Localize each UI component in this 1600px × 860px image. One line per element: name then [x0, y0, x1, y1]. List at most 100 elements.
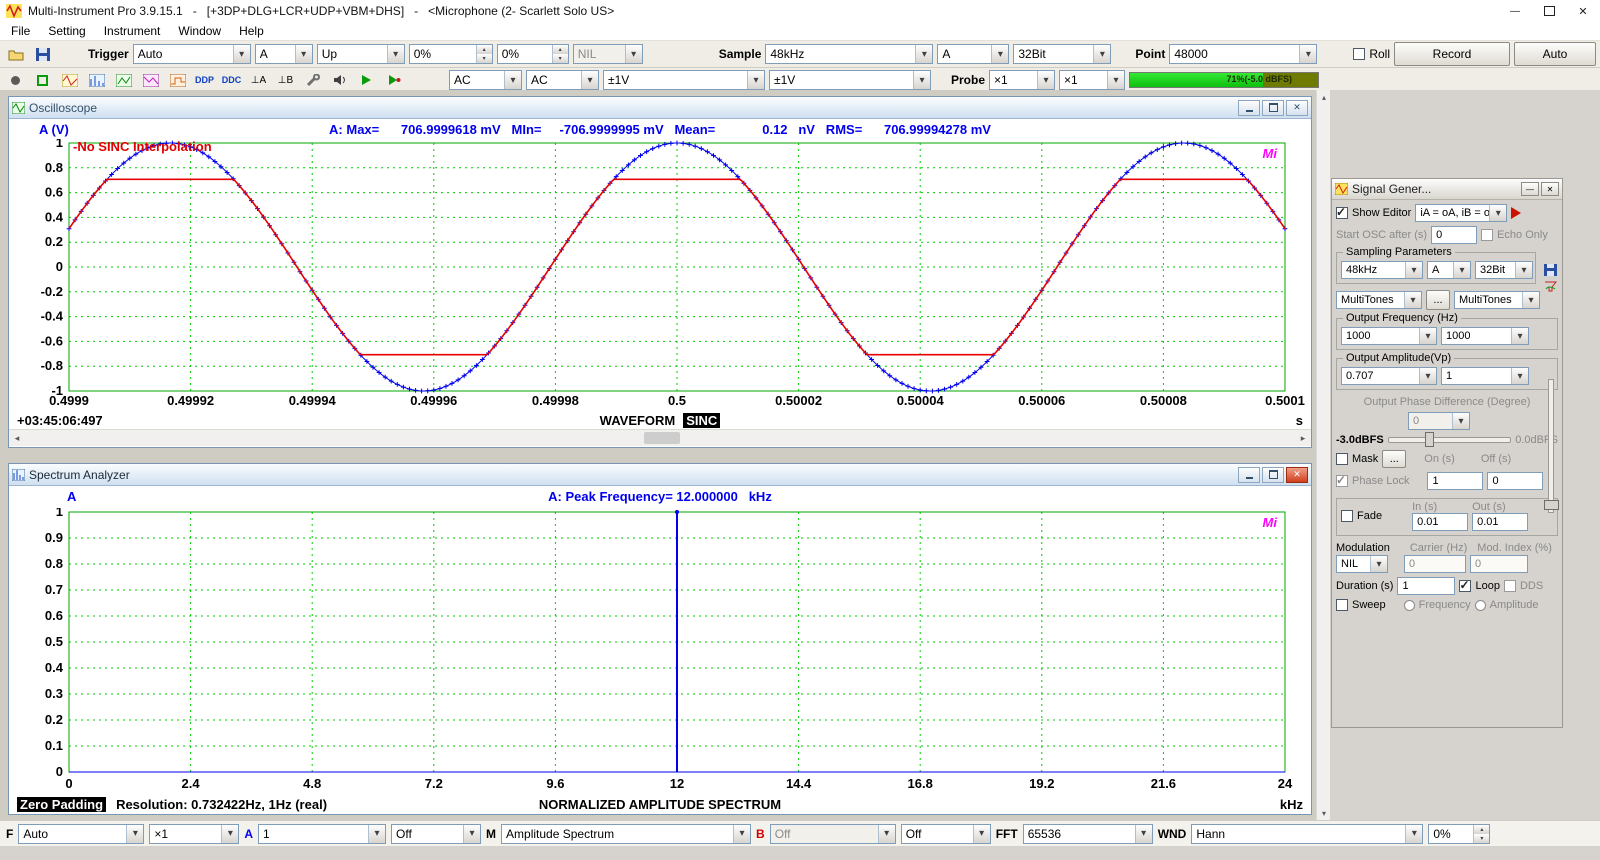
- spin-down-icon[interactable]: [553, 54, 568, 63]
- oscilloscope-hscrollbar[interactable]: [9, 429, 1311, 446]
- frequency-mult-select[interactable]: ×1: [149, 824, 239, 844]
- menu-help[interactable]: Help: [230, 24, 273, 38]
- probe-a-select[interactable]: ×1: [989, 70, 1055, 90]
- sweep-checkbox[interactable]: [1336, 599, 1348, 611]
- frequency-a-combo[interactable]: 1000: [1341, 327, 1437, 345]
- coupling-b-select[interactable]: AC: [526, 70, 599, 90]
- filter-icon[interactable]: [1544, 280, 1557, 292]
- amplitude-a-combo[interactable]: 0.707: [1341, 367, 1437, 385]
- a-gain-select[interactable]: 1: [258, 824, 386, 844]
- window-function-select[interactable]: Hann: [1191, 824, 1423, 844]
- overlap-spinner[interactable]: 0%: [1428, 824, 1490, 844]
- generator-volume-slider[interactable]: [1548, 379, 1554, 513]
- frequency-b-combo[interactable]: 1000: [1441, 327, 1529, 345]
- fade-out-input[interactable]: 0.01: [1472, 513, 1528, 531]
- minimize-icon[interactable]: —: [1521, 182, 1539, 196]
- trigger-delay-spinner[interactable]: 0%: [497, 44, 569, 64]
- oscilloscope-titlebar[interactable]: Oscilloscope: [9, 97, 1311, 119]
- restore-icon[interactable]: [1262, 467, 1284, 483]
- sample-rate-select[interactable]: 48kHz: [765, 44, 933, 64]
- coupling-a-select[interactable]: AC: [449, 70, 522, 90]
- menu-file[interactable]: File: [2, 24, 39, 38]
- record-dot-icon[interactable]: [4, 70, 27, 91]
- start-osc-input[interactable]: 0: [1431, 226, 1477, 244]
- sweep-amplitude-radio[interactable]: [1475, 600, 1486, 611]
- phase-lock-b-input[interactable]: 0: [1487, 472, 1543, 490]
- minimize-icon[interactable]: [1498, 0, 1532, 22]
- sweep-frequency-radio[interactable]: [1404, 600, 1415, 611]
- modulation-select[interactable]: NIL: [1336, 555, 1388, 573]
- sample-channel-select[interactable]: A: [937, 44, 1009, 64]
- minimize-icon[interactable]: [1238, 467, 1260, 483]
- menu-setting[interactable]: Setting: [39, 24, 94, 38]
- spin-down-icon[interactable]: [1474, 834, 1489, 843]
- dds-checkbox[interactable]: [1504, 580, 1516, 592]
- restore-icon[interactable]: [1262, 100, 1284, 116]
- spectrogram-view-icon[interactable]: [139, 70, 162, 91]
- roll-checkbox[interactable]: [1353, 48, 1365, 60]
- waveform-b-select[interactable]: MultiTones: [1454, 291, 1540, 309]
- amplitude-b-combo[interactable]: 1: [1441, 367, 1529, 385]
- fft-size-select[interactable]: 65536: [1023, 824, 1153, 844]
- auto-button[interactable]: Auto: [1514, 42, 1596, 66]
- open-file-icon[interactable]: [4, 44, 27, 65]
- probe-b-select[interactable]: ×1: [1059, 70, 1125, 90]
- tone-editor-button[interactable]: ...: [1426, 290, 1450, 310]
- sinc-badge[interactable]: SINC: [683, 413, 720, 428]
- ground-b-icon[interactable]: ⊥B: [274, 70, 297, 91]
- spectrum-view-icon[interactable]: [85, 70, 108, 91]
- scroll-down-icon[interactable]: [1317, 806, 1331, 820]
- trigger-hpf-select[interactable]: NIL: [573, 44, 643, 64]
- trigger-level-spinner[interactable]: 0%: [409, 44, 493, 64]
- menu-window[interactable]: Window: [169, 24, 230, 38]
- signal-generator-titlebar[interactable]: Signal Gener... — ✕: [1332, 179, 1562, 200]
- duration-input[interactable]: 1: [1397, 577, 1455, 595]
- fade-checkbox[interactable]: [1341, 510, 1353, 522]
- waveform-a-select[interactable]: MultiTones: [1336, 291, 1422, 309]
- record-button[interactable]: Record: [1394, 42, 1510, 66]
- run-frame-icon[interactable]: [31, 70, 54, 91]
- close-icon[interactable]: [1566, 0, 1600, 22]
- range-a-select[interactable]: ±1V: [603, 70, 765, 90]
- spin-up-icon[interactable]: [477, 45, 492, 54]
- scroll-left-icon[interactable]: [9, 430, 25, 446]
- minimize-icon[interactable]: [1238, 100, 1260, 116]
- phase-difference-select[interactable]: 0: [1408, 412, 1470, 430]
- scroll-up-icon[interactable]: [1317, 90, 1331, 104]
- spin-down-icon[interactable]: [477, 54, 492, 63]
- slider-thumb[interactable]: [1544, 500, 1559, 510]
- points-select[interactable]: 48000: [1169, 44, 1317, 64]
- b-processing-select[interactable]: Off: [901, 824, 991, 844]
- show-editor-checkbox[interactable]: [1336, 207, 1348, 219]
- b-gain-select[interactable]: Off: [770, 824, 896, 844]
- echo-only-checkbox[interactable]: [1481, 229, 1493, 241]
- fade-in-input[interactable]: 0.01: [1412, 513, 1468, 531]
- ddc-icon[interactable]: DDC: [220, 70, 243, 91]
- output-level-slider[interactable]: [1388, 437, 1512, 443]
- menu-instrument[interactable]: Instrument: [95, 24, 170, 38]
- range-b-select[interactable]: ±1V: [769, 70, 931, 90]
- gen-sample-rate-select[interactable]: 48kHz: [1341, 261, 1423, 279]
- hscroll-thumb[interactable]: [644, 432, 680, 444]
- oscilloscope-view-icon[interactable]: [58, 70, 81, 91]
- bit-depth-select[interactable]: 32Bit: [1013, 44, 1111, 64]
- save-icon[interactable]: [1544, 264, 1557, 276]
- frequency-mode-select[interactable]: Auto: [18, 824, 144, 844]
- mod-index-input[interactable]: 0: [1470, 555, 1528, 573]
- loop-checkbox[interactable]: [1459, 580, 1471, 592]
- spin-up-icon[interactable]: [553, 45, 568, 54]
- scroll-right-icon[interactable]: [1295, 430, 1311, 446]
- gen-channel-select[interactable]: A: [1427, 261, 1471, 279]
- routing-select[interactable]: iA = oA, iB = oB: [1415, 204, 1507, 222]
- ground-a-icon[interactable]: ⊥A: [247, 70, 270, 91]
- trigger-source-select[interactable]: A: [255, 44, 313, 64]
- multimeter-view-icon[interactable]: [112, 70, 135, 91]
- gen-bit-depth-select[interactable]: 32Bit: [1475, 261, 1533, 279]
- measurement-mode-select[interactable]: Amplitude Spectrum: [501, 824, 751, 844]
- spectrum-titlebar[interactable]: Spectrum Analyzer: [9, 464, 1311, 486]
- play-icon[interactable]: [355, 70, 378, 91]
- trigger-edge-select[interactable]: Up: [317, 44, 405, 64]
- phase-lock-checkbox[interactable]: [1336, 475, 1348, 487]
- echo-play-icon[interactable]: [382, 70, 405, 91]
- close-icon[interactable]: ✕: [1541, 182, 1559, 196]
